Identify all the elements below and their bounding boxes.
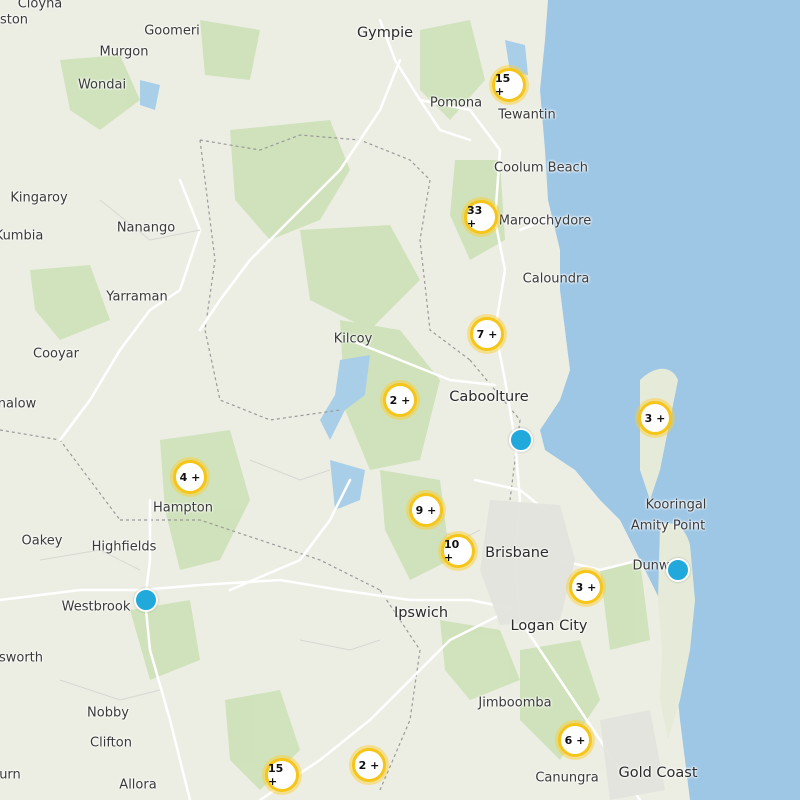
place-label: Allora bbox=[119, 777, 157, 793]
cluster-count: 3 + bbox=[638, 401, 672, 435]
place-label: Yarraman bbox=[106, 289, 168, 305]
place-label: Canungra bbox=[535, 770, 599, 786]
place-label: Dunw bbox=[632, 558, 670, 574]
place-label: Hampton bbox=[153, 500, 213, 516]
cluster-marker[interactable]: 2 + bbox=[380, 380, 420, 420]
cluster-count: 9 + bbox=[409, 493, 443, 527]
region-boundaries bbox=[0, 134, 521, 791]
place-label: Coolum Beach bbox=[494, 160, 588, 176]
place-label: Pomona bbox=[429, 95, 483, 111]
place-label: Jimboomba bbox=[478, 695, 552, 711]
place-label: Caloundra bbox=[522, 271, 590, 287]
cluster-marker[interactable]: 2 + bbox=[349, 745, 389, 785]
cluster-count: 6 + bbox=[558, 723, 592, 757]
cluster-marker[interactable]: 6 + bbox=[555, 720, 595, 760]
location-marker-icon[interactable] bbox=[509, 428, 533, 452]
cluster-count: 7 + bbox=[470, 317, 504, 351]
place-label: Brisbane bbox=[485, 545, 549, 561]
cluster-marker[interactable]: 9 + bbox=[406, 490, 446, 530]
place-label: Kumbia bbox=[0, 228, 44, 244]
cluster-count: 33 + bbox=[464, 200, 498, 234]
cluster-marker[interactable]: 33 + bbox=[461, 197, 501, 237]
place-label: Westbrook bbox=[61, 599, 131, 615]
place-label: Caboolture bbox=[449, 389, 529, 405]
cluster-marker[interactable]: 3 + bbox=[635, 398, 675, 438]
place-label: urn bbox=[0, 767, 21, 783]
cluster-count: 2 + bbox=[352, 748, 386, 782]
place-label: Kooringal bbox=[645, 497, 707, 513]
place-label: Nobby bbox=[87, 705, 129, 721]
place-label: Clifton bbox=[90, 735, 132, 751]
place-label: Goomeri bbox=[144, 23, 200, 39]
place-label: Cloyna bbox=[17, 0, 63, 12]
cluster-count: 10 + bbox=[441, 534, 475, 568]
cluster-marker[interactable]: 7 + bbox=[467, 314, 507, 354]
cluster-marker[interactable]: 4 + bbox=[170, 457, 210, 497]
cluster-marker[interactable]: 10 + bbox=[438, 531, 478, 571]
location-marker-icon[interactable] bbox=[666, 558, 690, 582]
place-label: Cooyar bbox=[33, 346, 79, 362]
place-label: Oakey bbox=[21, 533, 63, 549]
cluster-count: 3 + bbox=[569, 570, 603, 604]
cluster-marker[interactable]: 15 + bbox=[262, 755, 302, 795]
place-label: Logan City bbox=[510, 618, 588, 634]
place-label: Highfields bbox=[91, 539, 157, 555]
place-label: Tewantin bbox=[498, 107, 556, 123]
place-label: Ipswich bbox=[393, 605, 449, 621]
place-label: Wondai bbox=[77, 77, 127, 93]
cluster-count: 15 + bbox=[492, 68, 526, 102]
cluster-count: 2 + bbox=[383, 383, 417, 417]
cluster-marker[interactable]: 15 + bbox=[489, 65, 529, 105]
place-label: Kingaroy bbox=[10, 190, 68, 206]
cluster-count: 4 + bbox=[173, 460, 207, 494]
location-marker-icon[interactable] bbox=[134, 588, 158, 612]
place-label: ston bbox=[0, 12, 29, 28]
cluster-marker[interactable]: 3 + bbox=[566, 567, 606, 607]
place-label: Amity Point bbox=[630, 518, 706, 534]
cluster-count: 15 + bbox=[265, 758, 299, 792]
place-label: Maroochydore bbox=[498, 213, 592, 229]
place-label: sworth bbox=[0, 650, 44, 666]
place-label: Gympie bbox=[356, 25, 414, 41]
place-label: Murgon bbox=[99, 44, 149, 60]
place-label: nalow bbox=[0, 396, 37, 412]
place-label: Kilcoy bbox=[333, 331, 373, 347]
place-label: Nanango bbox=[116, 220, 176, 236]
map-view[interactable]: Cloyna Gympie Goomeri Murgon Wondai Pomo… bbox=[0, 0, 800, 800]
place-label: Gold Coast bbox=[618, 765, 698, 781]
